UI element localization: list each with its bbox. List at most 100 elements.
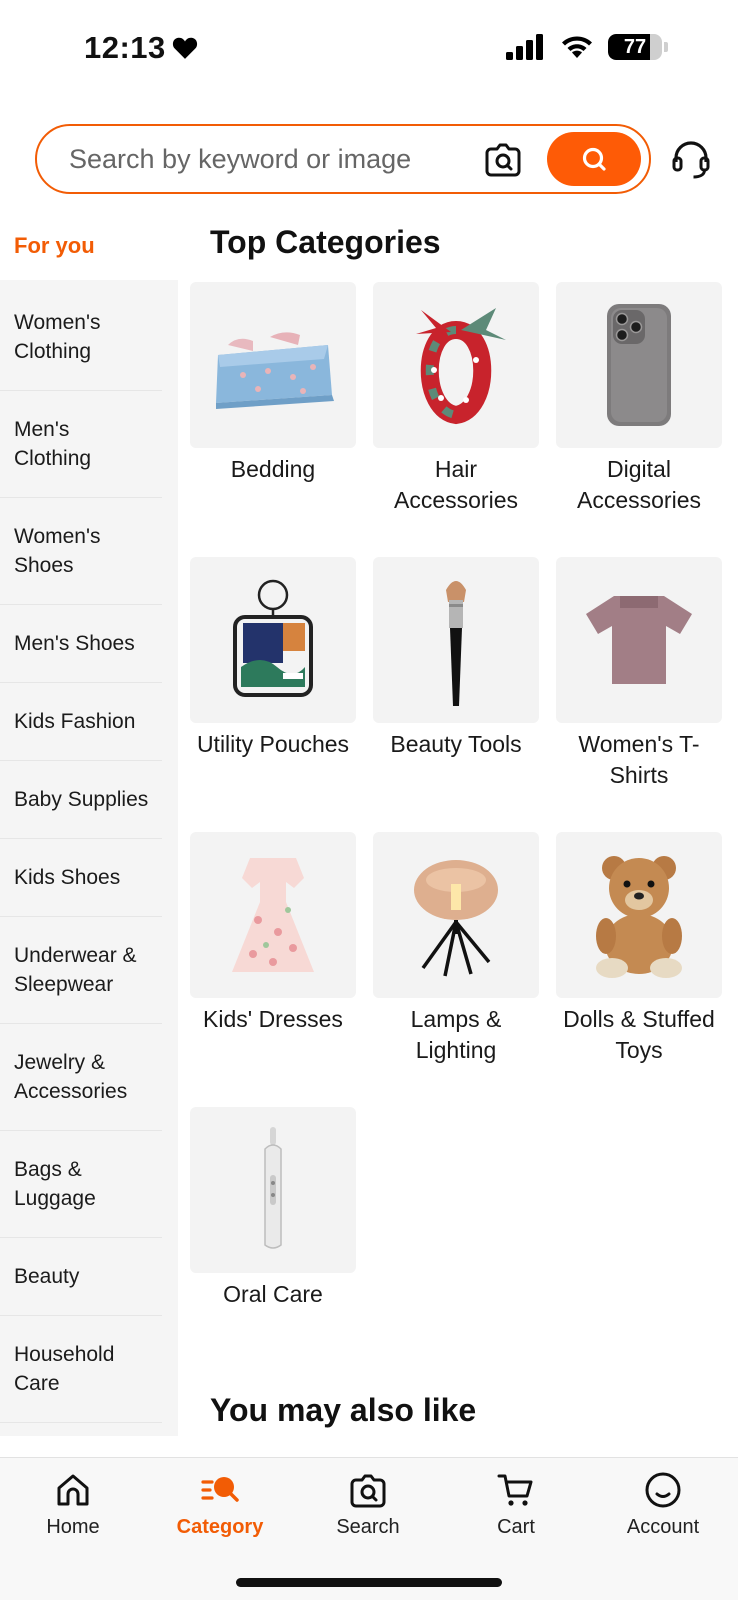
dress-icon <box>232 858 314 972</box>
nav-search-label: Search <box>336 1516 400 1538</box>
headset-icon <box>672 141 710 179</box>
category-tile-dolls-stuffed-toys[interactable]: Dolls & Stuffed Toys <box>556 832 722 1066</box>
sidebar-item-label: Kids Fashion <box>14 710 136 733</box>
nav-cart-label: Cart <box>497 1516 535 1538</box>
sidebar-item-label: Beauty <box>14 1265 80 1288</box>
home-icon <box>57 1474 89 1506</box>
lamp-icon <box>414 860 498 977</box>
sidebar-item-beauty[interactable]: Beauty <box>0 1238 162 1316</box>
search-icon <box>582 147 606 171</box>
category-thumb <box>556 282 722 448</box>
category-thumb <box>556 832 722 998</box>
top-categories-title: Top Categories <box>210 224 441 260</box>
sidebar-item-label: Bags & Luggage <box>14 1158 96 1210</box>
nav-account[interactable]: Account <box>603 1470 723 1539</box>
category-tile-beauty-tools[interactable]: Beauty Tools <box>373 557 539 760</box>
customer-service-button[interactable] <box>670 138 712 180</box>
category-tile-digital-accessories[interactable]: Digital Accessories <box>556 282 722 516</box>
nav-category-label: Category <box>176 1516 264 1538</box>
sidebar-item-underwear-sleepwear[interactable]: Underwear & Sleepwear <box>0 917 162 1024</box>
sidebar-item-label: Baby Supplies <box>14 788 149 811</box>
battery-tip <box>664 42 668 52</box>
sidebar-item-label: Underwear & Sleepwear <box>14 944 137 996</box>
category-tile-kids-dresses[interactable]: Kids' Dresses <box>190 832 356 1035</box>
battery-level-text: 77 <box>623 35 647 58</box>
home-indicator <box>236 1578 502 1587</box>
category-thumb <box>190 282 356 448</box>
category-label: Bedding <box>230 456 316 482</box>
sidebar-item-womens-shoes[interactable]: Women's Shoes <box>0 498 162 605</box>
sidebar-item-kids-shoes[interactable]: Kids Shoes <box>0 839 162 917</box>
sidebar-item-label: Men's Shoes <box>14 632 135 655</box>
nav-home-label: Home <box>46 1516 100 1538</box>
category-thumb <box>190 557 356 723</box>
category-thumb <box>373 832 539 998</box>
sidebar-item-baby-supplies[interactable]: Baby Supplies <box>0 761 162 839</box>
sidebar-item-bags-luggage[interactable]: Bags & Luggage <box>0 1131 162 1238</box>
teddy-bear-icon <box>596 856 682 978</box>
status-indicators: 77 <box>506 34 668 60</box>
category-label: Beauty Tools <box>390 731 522 757</box>
category-thumb <box>190 832 356 998</box>
category-label: Oral Care <box>223 1281 323 1307</box>
camera-search-icon <box>485 143 521 177</box>
category-tile-womens-t-shirts[interactable]: Women's T-Shirts <box>556 557 722 791</box>
status-bar: 12:13 77 <box>0 0 738 100</box>
camera-search-icon <box>350 1474 386 1508</box>
category-tile-lamps-lighting[interactable]: Lamps & Lighting <box>373 832 539 1066</box>
status-time: 12:13 <box>84 30 198 66</box>
category-label: Digital Accessories <box>577 456 701 513</box>
scarf-icon <box>416 308 506 425</box>
nav-home[interactable]: Home <box>13 1470 133 1539</box>
sidebar-item-label: Kids Shoes <box>14 866 121 889</box>
search-input[interactable] <box>37 143 481 175</box>
category-label: Dolls & Stuffed Toys <box>563 1006 715 1063</box>
sidebar-item-label: Women's Shoes <box>14 525 101 577</box>
cart-icon <box>497 1474 533 1506</box>
category-tile-oral-care[interactable]: Oral Care <box>190 1107 356 1310</box>
nav-search[interactable]: Search <box>308 1470 428 1539</box>
you-may-also-like-title: You may also like <box>210 1392 477 1428</box>
category-label: Lamps & Lighting <box>410 1006 502 1063</box>
signal-icon <box>506 34 543 60</box>
category-tile-bedding[interactable]: Bedding <box>190 282 356 485</box>
nav-cart[interactable]: Cart <box>456 1470 576 1539</box>
toothbrush-icon <box>264 1127 282 1249</box>
sidebar-item-mens-shoes[interactable]: Men's Shoes <box>0 605 162 683</box>
category-tile-hair-accessories[interactable]: Hair Accessories <box>373 282 539 516</box>
category-thumb <box>373 557 539 723</box>
category-label: Utility Pouches <box>196 731 350 757</box>
image-search-button[interactable] <box>481 137 525 181</box>
sidebar-item-jewelry-accessories[interactable]: Jewelry & Accessories <box>0 1024 162 1131</box>
sidebar-list: Women's Clothing Men's Clothing Women's … <box>0 280 178 1436</box>
wifi-icon <box>562 36 592 58</box>
makeup-brush-icon <box>446 581 466 706</box>
category-thumb <box>556 557 722 723</box>
category-icon <box>201 1477 239 1502</box>
nav-category[interactable]: Category <box>160 1470 280 1539</box>
sidebar-item-kids-fashion[interactable]: Kids Fashion <box>0 683 162 761</box>
sidebar-item-label: Household Care <box>14 1343 115 1395</box>
category-sidebar: For you Women's Clothing Men's Clothing … <box>0 212 178 1436</box>
category-thumb <box>373 282 539 448</box>
nav-account-label: Account <box>626 1516 700 1538</box>
category-label: Women's T-Shirts <box>578 731 700 788</box>
category-label: Hair Accessories <box>394 456 518 513</box>
search-submit-button[interactable] <box>547 132 641 186</box>
phone-case-icon <box>607 304 671 426</box>
clock-text: 12:13 <box>84 30 166 65</box>
category-label: Kids' Dresses <box>203 1006 343 1032</box>
sidebar-item-for-you[interactable]: For you <box>0 212 178 280</box>
pouch-icon <box>233 579 313 697</box>
sidebar-item-label: Jewelry & Accessories <box>14 1051 128 1103</box>
bedding-icon <box>216 332 334 409</box>
sidebar-item-household-care[interactable]: Household Care <box>0 1316 162 1423</box>
heart-icon <box>172 37 197 59</box>
tshirt-icon <box>586 596 692 684</box>
sidebar-item-womens-clothing[interactable]: Women's Clothing <box>0 284 162 391</box>
category-tile-utility-pouches[interactable]: Utility Pouches <box>190 557 356 760</box>
sidebar-item-mens-clothing[interactable]: Men's Clothing <box>0 391 162 498</box>
sidebar-item-label: Women's Clothing <box>14 311 101 363</box>
account-icon <box>645 1472 681 1508</box>
category-thumb <box>190 1107 356 1273</box>
